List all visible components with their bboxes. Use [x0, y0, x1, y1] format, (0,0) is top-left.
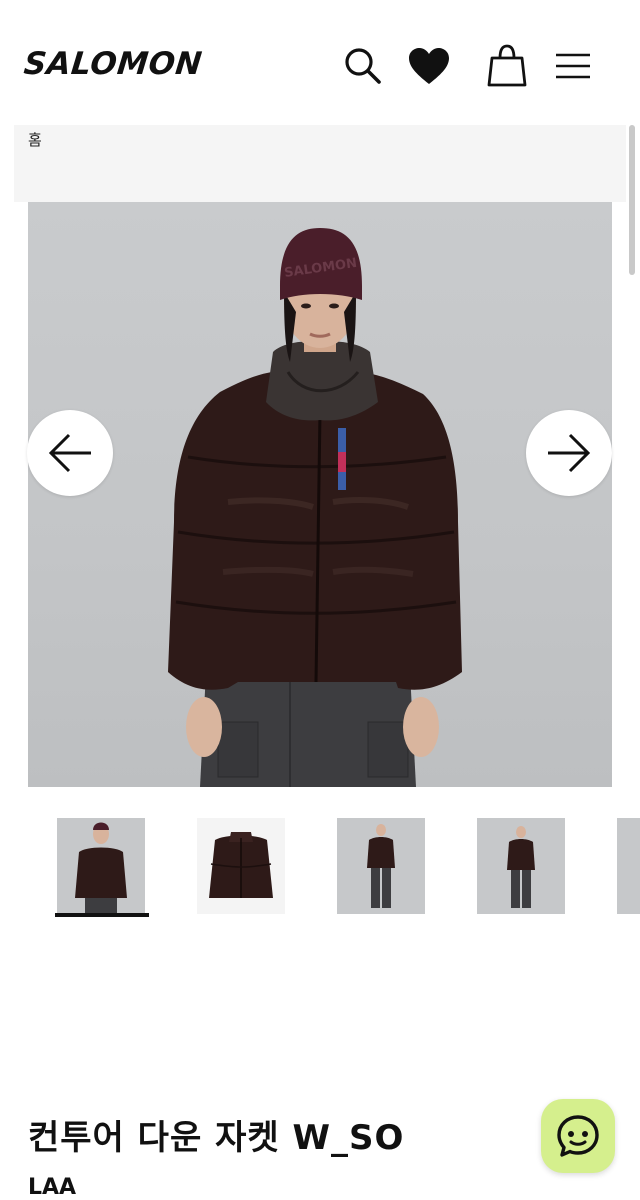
breadcrumb-home-link[interactable]: 홈	[28, 129, 42, 150]
product-subtitle: LAA	[28, 1175, 77, 1200]
salomon-logo[interactable]: SALOMON	[22, 46, 204, 82]
arrow-left-icon	[48, 433, 91, 473]
page-scrollbar[interactable]	[629, 125, 635, 275]
thumbnail-2[interactable]	[197, 818, 285, 914]
search-icon[interactable]	[338, 40, 388, 92]
thumbnail-strip	[0, 816, 640, 920]
product-title: 컨투어 다운 자켓 W_SO	[28, 1118, 405, 1158]
model-photo: SALOMON	[168, 228, 462, 787]
thumbnail-5[interactable]	[617, 818, 640, 914]
breadcrumb: 홈	[14, 125, 626, 202]
chat-button[interactable]	[541, 1099, 615, 1173]
heart-icon[interactable]	[404, 40, 454, 92]
gallery-next-button[interactable]	[526, 410, 612, 496]
menu-icon[interactable]	[548, 40, 598, 92]
chat-icon	[557, 1115, 599, 1157]
active-thumbnail-indicator	[55, 913, 149, 917]
site-header: SALOMON	[0, 0, 640, 125]
shopping-bag-icon[interactable]	[482, 40, 532, 92]
product-main-image[interactable]: SALOMON	[28, 202, 612, 787]
arrow-right-icon	[548, 433, 591, 473]
thumbnail-4[interactable]	[477, 818, 565, 914]
thumbnail-3[interactable]	[337, 818, 425, 914]
thumbnail-1[interactable]	[57, 818, 145, 914]
gallery-prev-button[interactable]	[27, 410, 113, 496]
